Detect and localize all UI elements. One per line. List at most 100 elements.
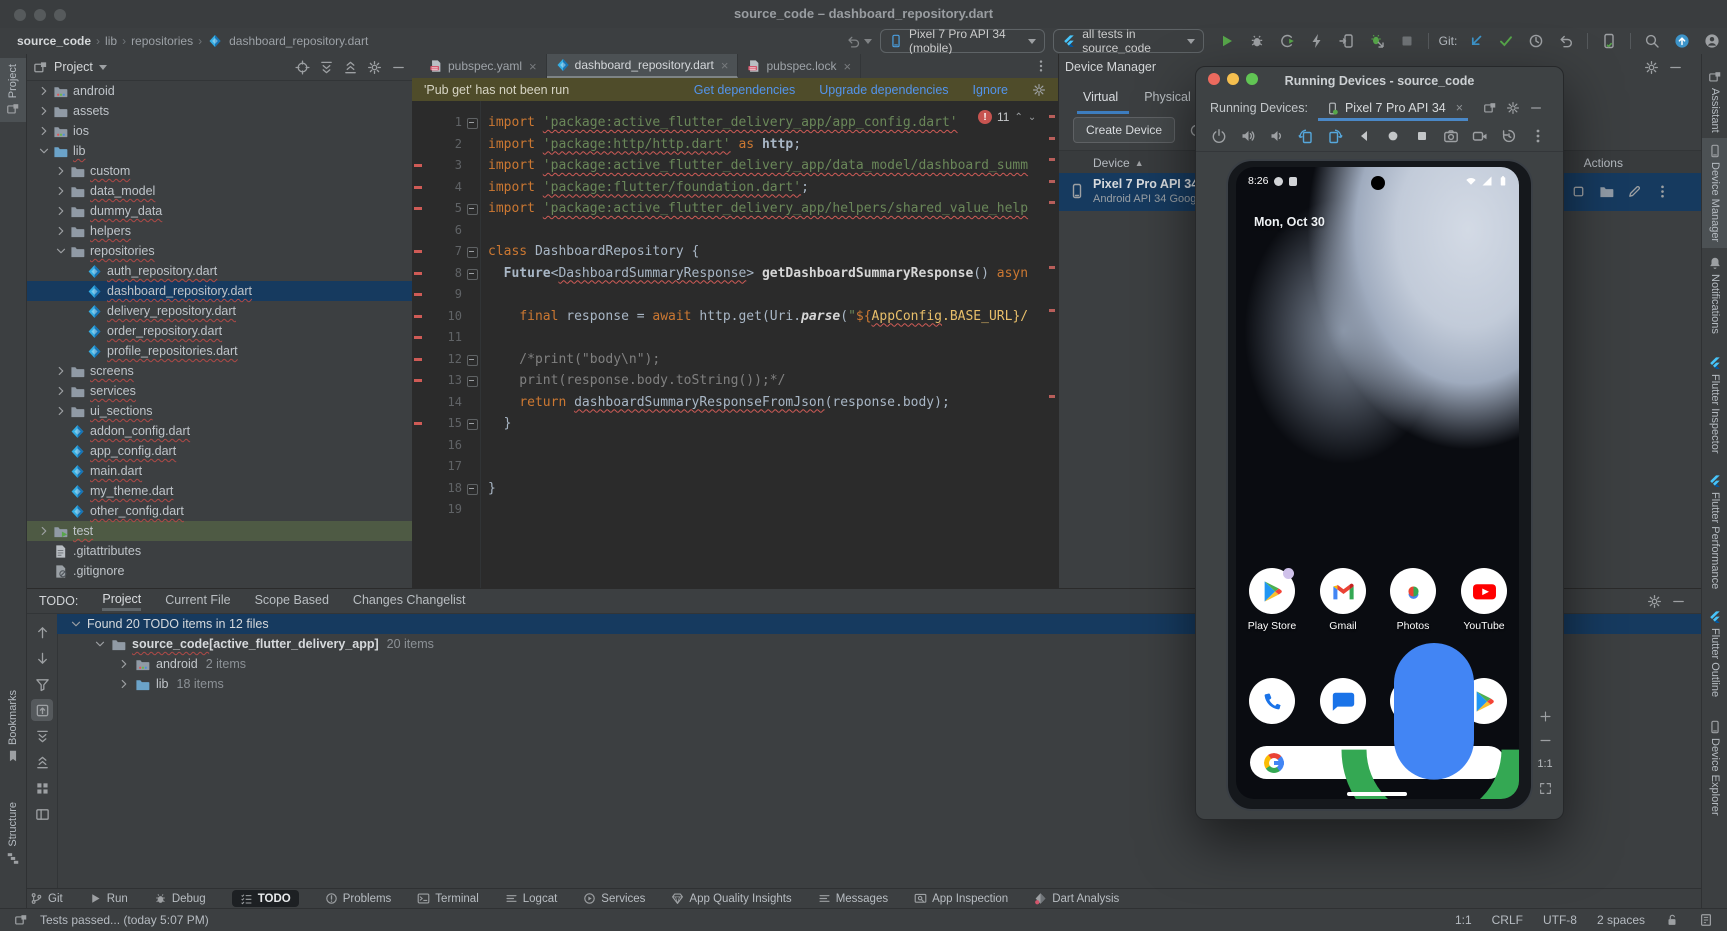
editor-tab-pubspec.yaml[interactable]: pubspec.yaml ×: [420, 54, 547, 78]
next-error-icon[interactable]: ⌄: [1028, 112, 1036, 123]
tree-item-services[interactable]: services: [27, 381, 412, 401]
profile-avatar[interactable]: [1704, 33, 1720, 49]
device-more-icon[interactable]: [1655, 184, 1670, 199]
run-button[interactable]: [1219, 33, 1235, 49]
collapse-all-button[interactable]: [31, 751, 53, 773]
tree-item-.gitattributes[interactable]: .gitattributes: [27, 541, 412, 561]
device-explorer-icon[interactable]: [1599, 184, 1614, 199]
tree-item-order_repository.dart[interactable]: order_repository.dart: [27, 321, 412, 341]
volume-down-button[interactable]: [1269, 128, 1285, 144]
project-view-dropdown[interactable]: [98, 64, 107, 70]
stop-device-icon[interactable]: [1571, 184, 1586, 199]
ignore-link[interactable]: Ignore: [973, 83, 1008, 97]
toolwindow-problems[interactable]: Problems: [325, 892, 391, 905]
stripe-structure[interactable]: Structure: [0, 796, 26, 871]
code-line-11[interactable]: 11: [412, 327, 1058, 349]
toolwindow-dart-analysis[interactable]: Dart Analysis: [1034, 892, 1119, 905]
code-editor[interactable]: 1 import 'package:active_flutter_delivery…: [412, 101, 1058, 588]
toolwindow-services[interactable]: Services: [583, 892, 645, 905]
toolwindow-debug[interactable]: Debug: [154, 892, 206, 905]
todo-hide-icon[interactable]: [1671, 594, 1686, 609]
stripe-device-manager[interactable]: Device Manager: [1702, 138, 1727, 249]
toolwindow-terminal[interactable]: Terminal: [417, 892, 479, 905]
edit-device-icon[interactable]: [1627, 184, 1642, 199]
tree-item-profile_repositories.dart[interactable]: profile_repositories.dart: [27, 341, 412, 361]
stripe-flutter-inspector[interactable]: Flutter Inspector: [1702, 350, 1727, 459]
code-line-10[interactable]: 10 final response = await http.get(Uri.p…: [412, 306, 1058, 328]
tab-virtual[interactable]: Virtual: [1083, 90, 1118, 104]
code-line-17[interactable]: 17: [412, 456, 1058, 478]
code-line-13[interactable]: 13 print(response.body.toString());*/: [412, 370, 1058, 392]
tree-item-my_theme.dart[interactable]: my_theme.dart: [27, 481, 412, 501]
running-devices-titlebar[interactable]: Running Devices - source_code: [1196, 67, 1563, 95]
device-selector[interactable]: Pixel 7 Pro API 34 (mobile): [880, 27, 1046, 55]
stripe-flutter-performance[interactable]: Flutter Performance: [1702, 468, 1727, 595]
code-line-14[interactable]: 14 return dashboardSummaryResponseFromJs…: [412, 392, 1058, 414]
revert-combo[interactable]: [846, 34, 872, 49]
project-panel-title[interactable]: Project: [54, 60, 93, 74]
previous-todo-button[interactable]: [31, 621, 53, 643]
tree-item-addon_config.dart[interactable]: addon_config.dart: [27, 421, 412, 441]
toolwindow-git[interactable]: Git: [30, 892, 63, 905]
new-tab-icon[interactable]: [1483, 101, 1497, 115]
search-everywhere-button[interactable]: [1644, 33, 1660, 49]
tree-item-other_config.dart[interactable]: other_config.dart: [27, 501, 412, 521]
tabs-more-icon[interactable]: [1034, 59, 1048, 73]
hide-panel-button[interactable]: [391, 60, 406, 75]
emulator-settings-icon[interactable]: [1506, 101, 1520, 115]
tree-item-ios[interactable]: ios: [27, 121, 412, 141]
apply-changes-button[interactable]: [1309, 33, 1325, 49]
code-line-5[interactable]: 5 import 'package:active_flutter_delivery…: [412, 198, 1058, 220]
phone-screen[interactable]: 8:26 Mon, Oct 30 Play Store Gmail Photos Yo…: [1236, 167, 1519, 799]
device-manager-hide-icon[interactable]: [1668, 60, 1683, 75]
todo-tab-current-file[interactable]: Current File: [165, 593, 230, 609]
tree-item-app_config.dart[interactable]: app_config.dart: [27, 441, 412, 461]
git-update-button[interactable]: [1468, 33, 1484, 49]
file-encoding[interactable]: UTF-8: [1543, 913, 1577, 927]
tree-item-test[interactable]: test: [27, 521, 412, 541]
get-dependencies-link[interactable]: Get dependencies: [694, 83, 795, 97]
zoom-reset-button[interactable]: 1:1: [1536, 755, 1554, 773]
project-settings-icon[interactable]: [367, 60, 382, 75]
git-history-button[interactable]: [1528, 33, 1544, 49]
code-line-12[interactable]: 12 /*print("body\n");: [412, 349, 1058, 371]
google-search-bar[interactable]: [1250, 642, 1519, 799]
zoom-fit-button[interactable]: [1536, 779, 1554, 797]
attach-debugger-button[interactable]: [1339, 33, 1355, 49]
tree-item-delivery_repository.dart[interactable]: delivery_repository.dart: [27, 301, 412, 321]
toolwindow-todo[interactable]: TODO: [231, 890, 299, 907]
breadcrumb-item[interactable]: dashboard_repository.dart: [229, 34, 368, 48]
code-line-16[interactable]: 16: [412, 435, 1058, 457]
breadcrumb-item[interactable]: source_code: [17, 34, 91, 48]
tab-physical[interactable]: Physical: [1144, 90, 1191, 104]
readonly-lock-icon[interactable]: [1665, 913, 1679, 927]
tree-item-repositories[interactable]: repositories: [27, 241, 412, 261]
code-line-9[interactable]: 9: [412, 284, 1058, 306]
editor-tab-pubspec.lock[interactable]: pubspec.lock ×: [738, 54, 862, 78]
rotate-right-button[interactable]: [1327, 128, 1343, 144]
toolwindow-app-inspection[interactable]: App Inspection: [914, 892, 1008, 905]
tree-item-main.dart[interactable]: main.dart: [27, 461, 412, 481]
breadcrumb-item[interactable]: lib: [105, 34, 117, 48]
breadcrumb-item[interactable]: repositories: [131, 34, 193, 48]
stripe-device-explorer[interactable]: Device Explorer: [1702, 714, 1727, 822]
tree-item-auth_repository.dart[interactable]: auth_repository.dart: [27, 261, 412, 281]
toolwindow-messages[interactable]: Messages: [818, 892, 888, 905]
tree-item-screens[interactable]: screens: [27, 361, 412, 381]
next-todo-button[interactable]: [31, 647, 53, 669]
run-configuration-selector[interactable]: all tests in source_code: [1053, 27, 1204, 55]
stripe-bookmarks[interactable]: Bookmarks: [0, 684, 26, 769]
snapshot-button[interactable]: [1501, 128, 1517, 144]
git-commit-button[interactable]: [1498, 33, 1514, 49]
todo-tab-changes-changelist[interactable]: Changes Changelist: [353, 593, 466, 609]
rotate-left-button[interactable]: [1298, 128, 1314, 144]
debug-button[interactable]: [1249, 33, 1265, 49]
tool-window-switcher-icon[interactable]: [14, 913, 28, 927]
tree-item-android[interactable]: android: [27, 81, 412, 101]
voice-search-icon[interactable]: [1284, 613, 1519, 799]
code-line-15[interactable]: 15 }: [412, 413, 1058, 435]
code-line-8[interactable]: 8 Future<DashboardSummaryResponse> getDa…: [412, 263, 1058, 285]
stripe-assistant[interactable]: Assistant: [1702, 64, 1727, 139]
toolwindow-app-quality-insights[interactable]: App Quality Insights: [671, 892, 792, 905]
screen-record-button[interactable]: [1472, 128, 1488, 144]
